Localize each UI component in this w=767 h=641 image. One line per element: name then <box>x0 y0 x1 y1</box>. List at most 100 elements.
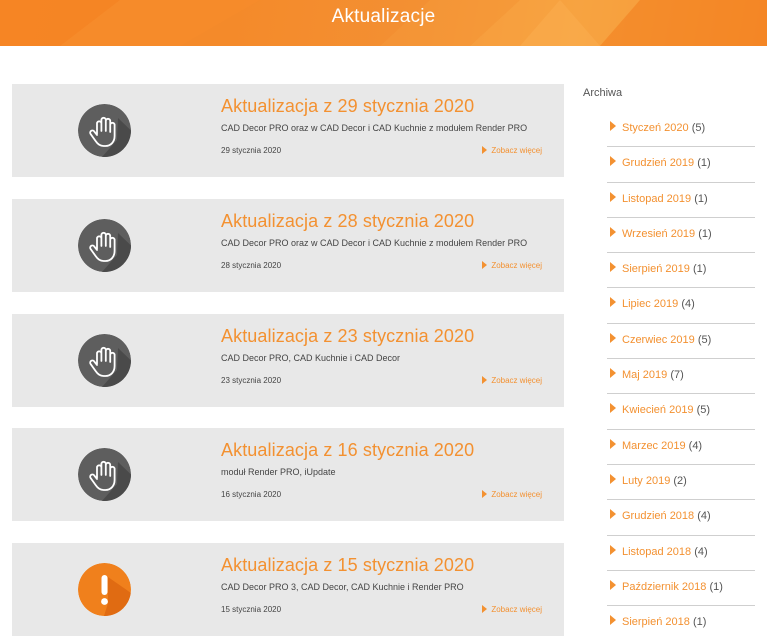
archive-item[interactable]: Listopad 2018 (4) <box>607 536 755 571</box>
caret-right-icon <box>482 490 488 498</box>
exclamation-icon <box>78 563 131 616</box>
post-card: Aktualizacja z 15 stycznia 2020 CAD Deco… <box>12 543 564 636</box>
post-date: 23 stycznia 2020 <box>221 376 282 385</box>
caret-right-icon <box>610 226 616 237</box>
archive-list: Styczeń 2020 (5) Grudzień 2019 (1) Listopa… <box>607 112 755 641</box>
archive-item[interactable]: Maj 2019 (7) <box>607 359 755 395</box>
page-title: Aktualizacje <box>331 6 436 27</box>
caret-right-icon <box>610 544 616 555</box>
caret-right-icon <box>482 376 488 384</box>
post-title-link[interactable]: Aktualizacja z 16 stycznia 2020 <box>221 440 474 461</box>
post-description: CAD Decor PRO, CAD Kuchnie i CAD Decor <box>221 353 401 363</box>
caret-right-icon <box>610 262 616 273</box>
read-more-label: Zobacz więcej <box>491 146 542 155</box>
post-date: 28 stycznia 2020 <box>221 261 282 270</box>
read-more-link[interactable]: Zobacz więcej <box>482 146 542 155</box>
caret-right-icon <box>610 403 616 414</box>
archive-heading: Archiwa <box>583 87 623 99</box>
caret-right-icon <box>610 473 616 484</box>
read-more-label: Zobacz więcej <box>491 376 542 385</box>
hand-icon <box>78 448 131 501</box>
post-date: 29 stycznia 2020 <box>221 146 282 155</box>
post-card: Aktualizacja z 23 stycznia 2020 CAD Deco… <box>12 314 564 407</box>
caret-right-icon <box>610 332 616 343</box>
archive-item[interactable]: Czerwiec 2019 (5) <box>607 324 755 360</box>
post-description: CAD Decor PRO oraz w CAD Decor i CAD Kuc… <box>221 238 528 248</box>
post-title-link[interactable]: Aktualizacja z 29 stycznia 2020 <box>221 96 474 117</box>
archive-link[interactable]: Listopad 2019 <box>622 193 691 205</box>
read-more-link[interactable]: Zobacz więcej <box>482 490 542 499</box>
archive-link[interactable]: Marzec 2019 <box>622 440 686 452</box>
post-card: Aktualizacja z 16 stycznia 2020 moduł Re… <box>12 428 564 521</box>
archive-count: (5) <box>696 404 711 417</box>
archive-count: (1) <box>694 192 708 205</box>
archive-item[interactable]: Sierpień 2019 (1) <box>607 253 755 289</box>
post-date: 15 stycznia 2020 <box>221 605 282 614</box>
archive-link[interactable]: Czerwiec 2019 <box>622 334 695 346</box>
caret-right-icon <box>610 156 616 167</box>
archive-count: (5) <box>691 122 706 134</box>
caret-right-icon <box>610 509 616 520</box>
archive-link[interactable]: Styczeń 2020 <box>622 122 689 134</box>
archive-item[interactable]: Luty 2019 (2) <box>607 465 755 501</box>
archive-item[interactable]: Marzec 2019 (4) <box>607 430 755 465</box>
post-description: CAD Decor PRO oraz w CAD Decor i CAD Kuc… <box>221 123 528 133</box>
page-header-banner: Aktualizacje <box>0 0 767 46</box>
archive-count: (4) <box>694 545 708 558</box>
archive-count: (2) <box>673 474 687 487</box>
post-title-link[interactable]: Aktualizacja z 15 stycznia 2020 <box>221 555 474 576</box>
archive-link[interactable]: Listopad 2018 <box>622 546 691 558</box>
read-more-link[interactable]: Zobacz więcej <box>482 261 542 270</box>
post-date: 16 stycznia 2020 <box>221 490 282 499</box>
archive-count: (7) <box>670 369 684 382</box>
archive-count: (4) <box>688 439 703 452</box>
read-more-label: Zobacz więcej <box>491 605 542 614</box>
archive-count: (1) <box>698 227 712 240</box>
archive-link[interactable]: Październik 2018 <box>622 581 706 593</box>
post-title-link[interactable]: Aktualizacja z 23 stycznia 2020 <box>221 326 474 347</box>
archive-link[interactable]: Lipiec 2019 <box>622 298 678 310</box>
archive-link[interactable]: Kwiecień 2019 <box>622 404 694 416</box>
archive-item[interactable]: Lipiec 2019 (4) <box>607 288 755 324</box>
archive-item[interactable]: Grudzień 2019 (1) <box>607 147 755 183</box>
archive-link[interactable]: Grudzień 2018 <box>622 510 694 522</box>
caret-right-icon <box>610 579 616 590</box>
archive-count: (1) <box>692 616 707 629</box>
hand-icon <box>78 104 131 157</box>
post-card: Aktualizacja z 28 stycznia 2020 CAD Deco… <box>12 199 564 292</box>
archive-link[interactable]: Luty 2019 <box>622 475 670 487</box>
post-title-link[interactable]: Aktualizacja z 28 stycznia 2020 <box>221 211 474 232</box>
archive-count: (5) <box>697 333 712 346</box>
archive-item[interactable]: Styczeń 2020 (5) <box>607 112 755 148</box>
post-description: CAD Decor PRO 3, CAD Decor, CAD Kuchnie … <box>221 582 464 592</box>
post-card: Aktualizacja z 29 stycznia 2020 CAD Deco… <box>12 84 564 177</box>
archive-item[interactable]: Październik 2018 (1) <box>607 571 755 607</box>
archive-item[interactable]: Kwiecień 2019 (5) <box>607 394 755 430</box>
caret-right-icon <box>482 146 488 154</box>
archive-link[interactable]: Sierpień 2018 <box>622 616 690 628</box>
caret-right-icon <box>610 191 616 202</box>
archive-link[interactable]: Grudzień 2019 <box>622 157 694 169</box>
post-description: moduł Render PRO, iUpdate <box>221 467 336 477</box>
archive-item[interactable]: Listopad 2019 (1) <box>607 183 755 218</box>
archive-link[interactable]: Sierpień 2019 <box>622 263 690 275</box>
caret-right-icon <box>482 261 488 269</box>
caret-right-icon <box>610 615 616 626</box>
archive-item[interactable]: Sierpień 2018 (1) <box>607 606 755 641</box>
archive-item[interactable]: Grudzień 2018 (4) <box>607 500 755 536</box>
read-more-label: Zobacz więcej <box>491 261 542 270</box>
archive-link[interactable]: Maj 2019 <box>622 369 667 381</box>
archive-count: (1) <box>709 580 723 593</box>
hand-icon <box>78 334 131 387</box>
archive-link[interactable]: Wrzesień 2019 <box>622 228 695 240</box>
caret-right-icon <box>610 297 616 308</box>
hand-icon <box>78 219 131 272</box>
archive-count: (4) <box>681 298 695 311</box>
archive-count: (4) <box>697 510 711 523</box>
caret-right-icon <box>610 368 616 379</box>
read-more-link[interactable]: Zobacz więcej <box>482 605 542 614</box>
read-more-link[interactable]: Zobacz więcej <box>482 376 542 385</box>
read-more-label: Zobacz więcej <box>491 490 542 499</box>
caret-right-icon <box>482 605 488 613</box>
archive-item[interactable]: Wrzesień 2019 (1) <box>607 218 755 254</box>
